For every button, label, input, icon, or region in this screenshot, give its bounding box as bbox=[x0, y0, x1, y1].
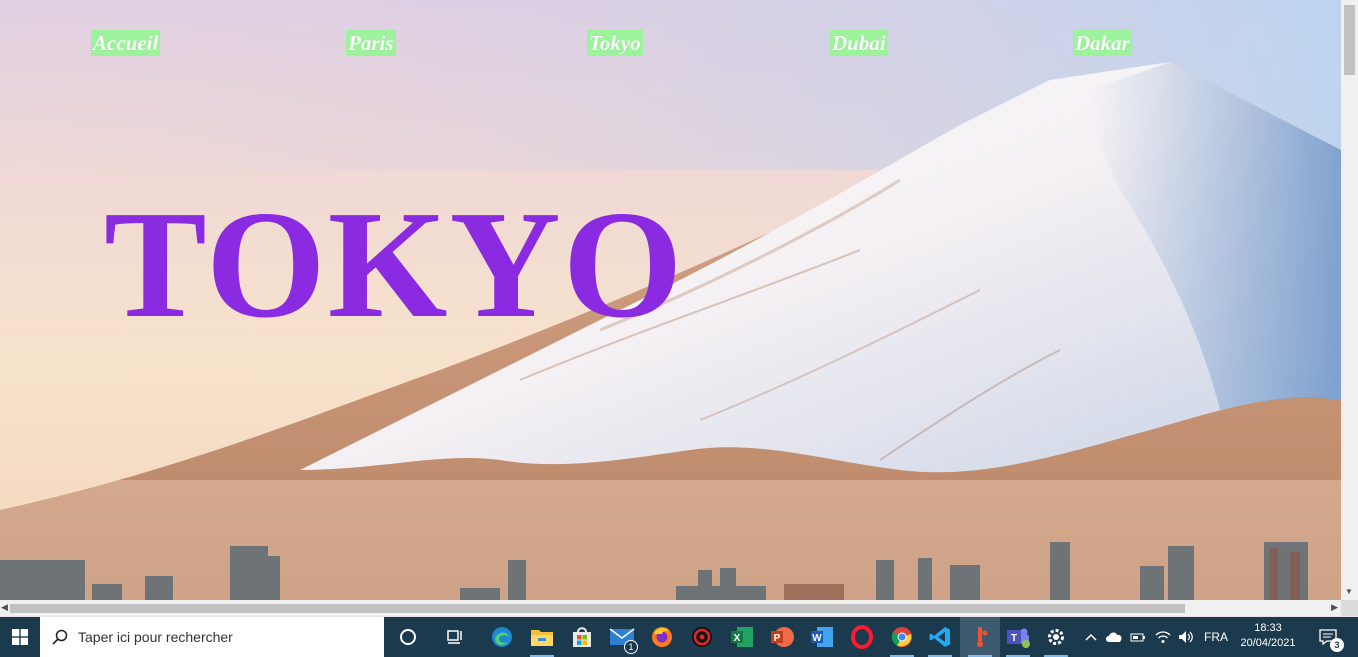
nav-link-accueil[interactable]: Accueil bbox=[91, 30, 161, 56]
taskbar-app-firefox[interactable] bbox=[642, 617, 682, 657]
opera-icon bbox=[851, 625, 873, 649]
nav-link-tokyo[interactable]: Tokyo bbox=[587, 30, 643, 56]
volume-tray-button[interactable] bbox=[1176, 617, 1196, 657]
speaker-icon bbox=[1179, 631, 1193, 643]
git-app-icon bbox=[977, 627, 988, 647]
svg-text:T: T bbox=[1011, 633, 1017, 644]
vertical-scrollbar[interactable]: ▼ bbox=[1341, 0, 1358, 600]
task-view-icon bbox=[447, 630, 462, 644]
task-view-button[interactable] bbox=[436, 617, 476, 657]
system-clock[interactable]: 18:33 20/04/2021 bbox=[1232, 617, 1304, 657]
horizontal-scrollbar-thumb[interactable] bbox=[10, 604, 1185, 613]
taskbar-app-teams[interactable]: T bbox=[998, 617, 1038, 657]
store-icon bbox=[573, 627, 591, 647]
taskbar-app-vscode[interactable] bbox=[920, 617, 960, 657]
taskbar-search-box[interactable] bbox=[40, 617, 384, 657]
svg-text:P: P bbox=[774, 633, 781, 644]
firefox-icon bbox=[652, 627, 672, 647]
taskbar-app-chrome[interactable] bbox=[882, 617, 922, 657]
edge-icon bbox=[492, 627, 512, 647]
web-page-viewport: Accueil Paris Tokyo Dubai Dakar TOKYO bbox=[0, 0, 1341, 600]
battery-icon bbox=[1130, 633, 1145, 642]
powerpoint-icon: P bbox=[771, 627, 794, 647]
file-explorer-icon bbox=[531, 630, 553, 646]
wifi-icon bbox=[1155, 631, 1171, 643]
taskbar-app-mail[interactable]: 1 bbox=[602, 617, 642, 657]
svg-text:W: W bbox=[812, 633, 822, 644]
nav-link-paris[interactable]: Paris bbox=[346, 30, 396, 56]
scroll-right-arrow-icon[interactable]: ▶ bbox=[1331, 602, 1338, 613]
vscode-icon bbox=[929, 627, 950, 647]
battery-tray-button[interactable] bbox=[1128, 617, 1148, 657]
scroll-left-arrow-icon[interactable]: ◀ bbox=[1, 602, 8, 613]
teams-icon: T bbox=[1007, 628, 1030, 648]
search-input[interactable] bbox=[78, 629, 358, 645]
taskbar-app-excel[interactable]: X bbox=[722, 617, 762, 657]
horizontal-scrollbar[interactable]: ◀ ▶ bbox=[0, 600, 1341, 616]
taskbar-app-file-explorer[interactable] bbox=[522, 617, 562, 657]
clock-time: 18:33 bbox=[1254, 622, 1282, 634]
word-icon: W bbox=[811, 627, 833, 647]
network-tray-button[interactable] bbox=[1152, 617, 1174, 657]
notification-count-badge: 3 bbox=[1330, 638, 1344, 652]
taskbar-app-opera[interactable] bbox=[842, 617, 882, 657]
taskbar-app-security[interactable] bbox=[682, 617, 722, 657]
settings-icon bbox=[1048, 629, 1064, 645]
taskbar-app-edge[interactable] bbox=[482, 617, 522, 657]
cortana-circle-icon bbox=[400, 629, 416, 645]
nav-link-dakar[interactable]: Dakar bbox=[1073, 30, 1132, 56]
taskbar-app-store[interactable] bbox=[562, 617, 602, 657]
cloud-icon bbox=[1106, 632, 1122, 642]
action-center-button[interactable]: 3 bbox=[1310, 617, 1346, 657]
antivirus-icon bbox=[692, 627, 712, 647]
onedrive-tray-button[interactable] bbox=[1104, 617, 1124, 657]
chevron-up-icon bbox=[1085, 633, 1097, 641]
windows-taskbar: 1 X P W bbox=[0, 617, 1358, 657]
start-button[interactable] bbox=[0, 617, 40, 657]
scroll-down-arrow-icon[interactable]: ▼ bbox=[1345, 587, 1353, 596]
nav-link-dubai[interactable]: Dubai bbox=[830, 30, 888, 56]
mail-unread-badge: 1 bbox=[624, 640, 638, 654]
vertical-scrollbar-thumb[interactable] bbox=[1344, 5, 1355, 75]
search-icon bbox=[52, 629, 68, 645]
taskbar-app-word[interactable]: W bbox=[802, 617, 842, 657]
page-title: TOKYO bbox=[104, 180, 685, 350]
taskbar-app-powerpoint[interactable]: P bbox=[762, 617, 802, 657]
taskbar-app-git[interactable] bbox=[960, 617, 1000, 657]
svg-text:X: X bbox=[734, 633, 741, 644]
chrome-icon bbox=[891, 627, 912, 647]
cortana-button[interactable] bbox=[388, 617, 428, 657]
show-hidden-icons-button[interactable] bbox=[1082, 617, 1100, 657]
input-language-indicator[interactable]: FRA bbox=[1200, 617, 1232, 657]
clock-date: 20/04/2021 bbox=[1240, 637, 1296, 649]
windows-logo-icon bbox=[12, 629, 28, 645]
excel-icon: X bbox=[731, 627, 753, 647]
scrollbar-corner bbox=[1341, 600, 1358, 616]
taskbar-app-settings[interactable] bbox=[1036, 617, 1076, 657]
